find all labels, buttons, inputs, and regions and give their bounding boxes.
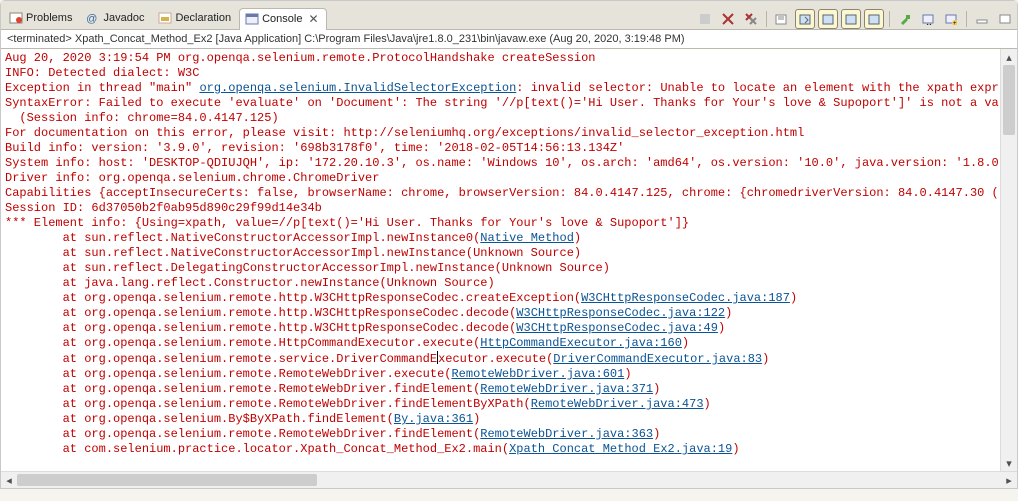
declaration-icon [158, 11, 172, 25]
tab-problems[interactable]: Problems [3, 7, 80, 29]
stack-link[interactable]: HttpCommandExecutor.java:160 [480, 336, 682, 350]
problems-icon [9, 11, 23, 25]
scroll-thumb[interactable] [17, 474, 317, 486]
stack-link[interactable]: By.java:361 [394, 412, 473, 426]
scroll-left-icon[interactable]: ◂ [1, 472, 17, 488]
clear-console-button[interactable] [772, 9, 792, 29]
tab-javadoc[interactable]: @ Javadoc [80, 7, 152, 29]
terminate-button[interactable] [695, 9, 715, 29]
svg-text:+: + [953, 21, 957, 25]
scroll-right-icon[interactable]: ▸ [1001, 472, 1017, 488]
stack-link[interactable]: RemoteWebDriver.java:363 [480, 427, 653, 441]
console-icon [245, 12, 259, 26]
javadoc-icon: @ [86, 11, 100, 25]
tab-javadoc-label: Javadoc [103, 12, 144, 24]
console-breadcrumb: <terminated> Xpath_Concat_Method_Ex2 [Ja… [1, 30, 1017, 49]
remove-launch-button[interactable] [718, 9, 738, 29]
scroll-down-icon[interactable]: ▾ [1001, 455, 1017, 471]
stack-link[interactable]: W3CHttpResponseCodec.java:187 [581, 291, 790, 305]
stack-link[interactable]: W3CHttpResponseCodec.java:49 [516, 321, 718, 335]
minimize-button[interactable] [972, 9, 992, 29]
vertical-scrollbar[interactable]: ▴ ▾ [1000, 49, 1017, 471]
view-tab-bar: Problems @ Javadoc Declaration Console ✕… [1, 1, 1017, 30]
tab-declaration[interactable]: Declaration [152, 7, 239, 29]
display-selected-console-button[interactable] [918, 9, 938, 29]
stack-link[interactable]: Xpath Concat Method Ex2.java:19 [509, 442, 732, 456]
scroll-thumb[interactable] [1003, 65, 1015, 135]
close-icon[interactable]: ✕ [308, 12, 318, 26]
pin-console-button[interactable] [895, 9, 915, 29]
stack-link[interactable]: DriverCommandExecutor.java:83 [553, 352, 762, 366]
tab-problems-label: Problems [26, 12, 72, 24]
stack-link[interactable]: RemoteWebDriver.java:601 [451, 367, 624, 381]
scroll-lock-button[interactable] [795, 9, 815, 29]
remove-all-launches-button[interactable] [741, 9, 761, 29]
tab-console[interactable]: Console ✕ [239, 8, 326, 30]
stack-link[interactable]: RemoteWebDriver.java:371 [480, 382, 653, 396]
show-console-on-error-button[interactable] [864, 9, 884, 29]
stack-link[interactable]: W3CHttpResponseCodec.java:122 [516, 306, 725, 320]
exception-link[interactable]: org.openqa.selenium.InvalidSelectorExcep… [199, 81, 516, 95]
svg-text:@: @ [86, 13, 97, 25]
console-output[interactable]: Aug 20, 2020 3:19:54 PM org.openqa.selen… [1, 49, 1017, 471]
show-console-on-output-button[interactable] [841, 9, 861, 29]
stack-link[interactable]: RemoteWebDriver.java:473 [531, 397, 704, 411]
tab-console-label: Console [262, 13, 302, 25]
scroll-up-icon[interactable]: ▴ [1001, 49, 1017, 65]
stack-link[interactable]: Native Method [480, 231, 574, 245]
console-toolbar: + [695, 9, 1015, 29]
maximize-button[interactable] [995, 9, 1015, 29]
open-console-button[interactable]: + [941, 9, 961, 29]
horizontal-scrollbar[interactable]: ◂ ▸ [1, 471, 1017, 488]
word-wrap-button[interactable] [818, 9, 838, 29]
tab-declaration-label: Declaration [175, 12, 231, 24]
